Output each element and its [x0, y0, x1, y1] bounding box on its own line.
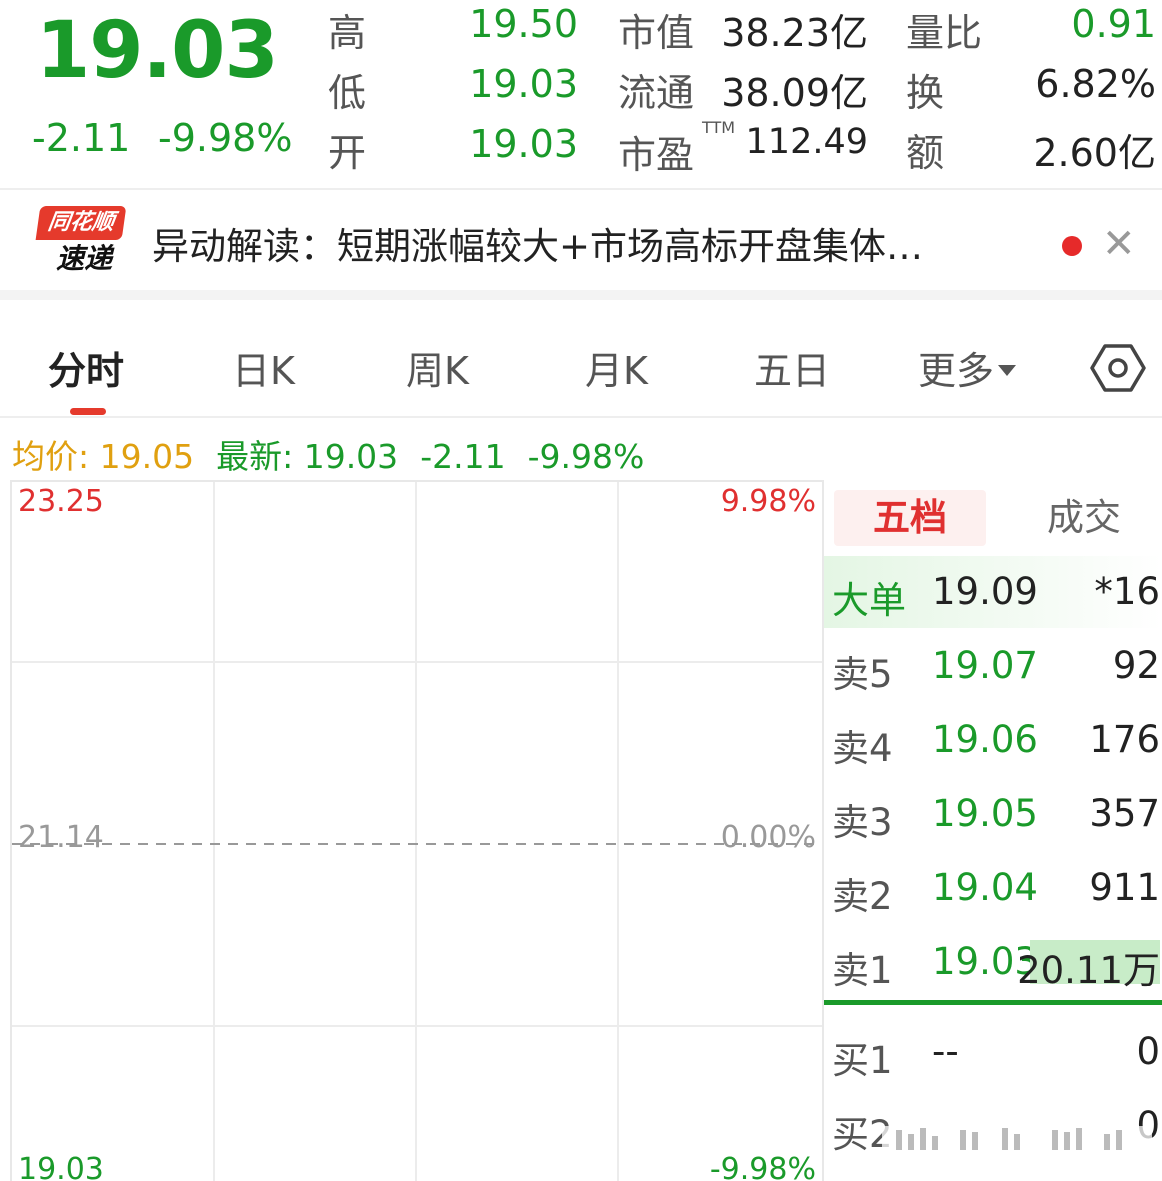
- ask-label: 卖5: [832, 653, 893, 696]
- y-axis-top-pct: 9.98%: [720, 484, 816, 519]
- y-axis-bottom-pct: -9.98%: [709, 1152, 816, 1181]
- vol-ratio-label: 量比: [906, 11, 983, 55]
- close-icon[interactable]: ✕: [1102, 220, 1136, 268]
- amount-label: 额: [906, 131, 945, 175]
- logo-top-text: 同花顺: [35, 206, 127, 240]
- ask-row: 卖3 19.05 357: [824, 778, 1162, 850]
- big-order-price: 19.09: [932, 570, 1038, 613]
- latest-price-label: 最新: 19.03: [216, 437, 399, 476]
- ask-price: 19.06: [932, 718, 1038, 761]
- low-label: 低: [328, 71, 367, 115]
- price-change-pct: -9.98%: [158, 116, 293, 160]
- tab-intraday[interactable]: 分时: [48, 340, 124, 395]
- ask-label: 卖4: [832, 727, 893, 770]
- info-change: -2.11: [420, 437, 506, 476]
- ask-price: 19.07: [932, 644, 1038, 687]
- tab-weekly-k[interactable]: 周K: [406, 340, 469, 395]
- ask-row: 卖1 19.03 20.11万: [824, 926, 1162, 998]
- turnover-value: 6.82%: [1035, 62, 1156, 106]
- active-tab-indicator: [70, 408, 106, 415]
- y-axis-bottom-price: 19.03: [18, 1152, 104, 1181]
- intraday-info-line: 均价: 19.05 最新: 19.03 -2.11 -9.98%: [12, 430, 666, 478]
- big-order-label: 大单: [832, 579, 906, 622]
- ask-label: 卖3: [832, 801, 893, 844]
- logo-bottom-text: 速递: [55, 242, 112, 275]
- avg-price-label: 均价: 19.05: [12, 437, 195, 476]
- y-axis-mid-pct: 0.00%: [720, 820, 816, 855]
- bid-label: 买1: [832, 1039, 893, 1082]
- turnover-label: 换: [906, 71, 945, 115]
- big-order-vol: *16: [1094, 570, 1160, 613]
- settings-icon[interactable]: [1090, 340, 1146, 396]
- amount-value: 2.60亿: [1033, 131, 1156, 175]
- ask-vol: 20.11万: [1017, 949, 1160, 992]
- high-label: 高: [328, 11, 367, 55]
- tab-five-levels[interactable]: 五档: [834, 490, 986, 546]
- ask-vol: 92: [1112, 644, 1160, 687]
- y-axis-top-price: 23.25: [18, 484, 104, 519]
- ask-label: 卖2: [832, 875, 893, 918]
- ask-price: 19.05: [932, 792, 1038, 835]
- float-label: 流通: [618, 71, 695, 115]
- bid-price: --: [932, 1030, 959, 1073]
- watermark-icon: [882, 1126, 1152, 1154]
- tab-more[interactable]: 更多: [918, 340, 1017, 395]
- pe-ttm-sup: TTM: [702, 118, 736, 137]
- ask-vol: 357: [1089, 792, 1160, 835]
- news-headline[interactable]: 异动解读：短期涨幅较大+市场高标开盘集体…: [152, 216, 1022, 270]
- quote-header: 19.03 -2.11 -9.98% 高 19.50 低 19.03 开 19.…: [0, 0, 1162, 190]
- tab-monthly-k[interactable]: 月K: [585, 340, 648, 395]
- ask-label: 卖1: [832, 949, 893, 992]
- ask-row: 卖5 19.07 92: [824, 630, 1162, 702]
- bid-vol: 0: [1136, 1030, 1160, 1073]
- info-change-pct: -9.98%: [527, 437, 645, 476]
- tab-trades[interactable]: 成交: [1014, 490, 1154, 546]
- ask-bid-divider: [824, 1000, 1162, 1005]
- ths-express-logo: 同花顺 速递: [35, 206, 127, 276]
- y-axis-mid-price: 21.14: [18, 820, 104, 855]
- price-change: -2.11: [32, 116, 131, 160]
- chart-tabs: 分时 日K 周K 月K 五日 更多: [0, 310, 1162, 418]
- ask-row: 卖4 19.06 176: [824, 704, 1162, 776]
- big-order-row[interactable]: 大单 19.09 *16: [824, 556, 1162, 628]
- low-value: 19.03: [469, 62, 578, 106]
- pe-label: 市盈: [618, 133, 695, 177]
- unread-dot-icon: [1062, 236, 1082, 256]
- order-book: 五档 成交 大单 19.09 *16 卖5 19.07 92 卖4 19.06 …: [824, 480, 1162, 1181]
- vol-ratio-value: 0.91: [1071, 2, 1156, 46]
- ask-row: 卖2 19.04 911: [824, 852, 1162, 924]
- bid-row: 买1 -- 0: [824, 1016, 1162, 1088]
- tab-five-day[interactable]: 五日: [754, 340, 830, 395]
- current-price: 19.03: [36, 6, 279, 96]
- ask-vol: 911: [1089, 866, 1160, 909]
- news-banner[interactable]: 同花顺 速递 异动解读：短期涨幅较大+市场高标开盘集体…: [0, 192, 1162, 300]
- open-value: 19.03: [469, 122, 578, 166]
- ask-price: 19.04: [932, 866, 1038, 909]
- intraday-chart[interactable]: 23.25 9.98% 21.14 0.00% 19.03 -9.98%: [10, 480, 824, 1181]
- float-value: 38.09亿: [721, 71, 868, 115]
- pe-value: 112.49: [745, 122, 868, 162]
- open-label: 开: [328, 131, 367, 175]
- tab-more-label: 更多: [918, 349, 995, 393]
- dropdown-arrow-icon: [998, 365, 1017, 376]
- chart-grid: [12, 482, 822, 1181]
- mktcap-label: 市值: [618, 11, 695, 55]
- high-value: 19.50: [469, 2, 578, 46]
- tab-daily-k[interactable]: 日K: [232, 340, 295, 395]
- ask-vol: 176: [1089, 718, 1160, 761]
- mktcap-value: 38.23亿: [721, 11, 868, 55]
